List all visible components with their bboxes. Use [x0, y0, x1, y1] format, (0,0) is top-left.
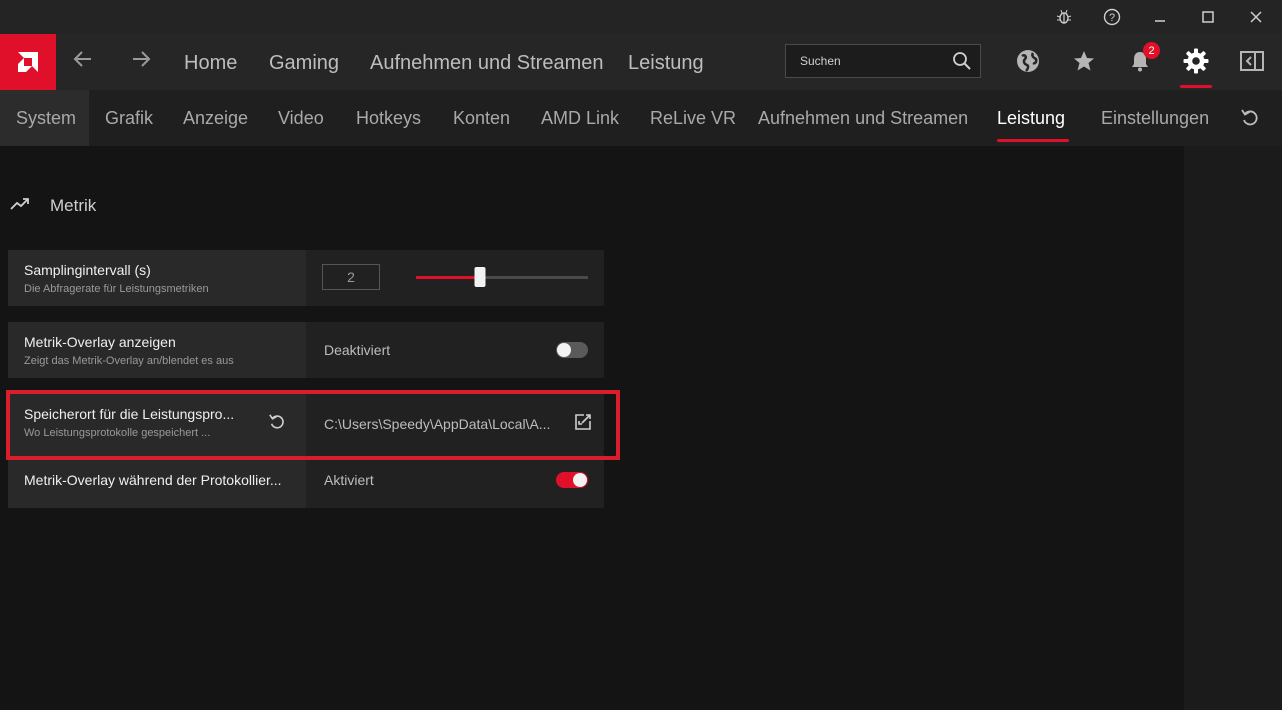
overlay-during-logging-status: Aktiviert — [324, 472, 374, 488]
help-icon[interactable]: ? — [1100, 6, 1124, 28]
slider-fill — [416, 276, 480, 279]
sampling-interval-row: Samplingintervall (s) Die Abfragerate fü… — [8, 250, 604, 306]
maximize-icon[interactable] — [1196, 6, 1220, 28]
metric-overlay-label-area — [8, 322, 306, 378]
metric-overlay-subtitle: Zeigt das Metrik-Overlay an/blendet es a… — [24, 355, 234, 367]
sampling-interval-input[interactable]: 2 — [322, 264, 380, 290]
title-bar: ? — [0, 0, 1282, 34]
nav-home[interactable]: Home — [184, 52, 237, 75]
overlay-during-logging-title: Metrik-Overlay während der Protokollier.… — [24, 472, 282, 488]
metric-overlay-title: Metrik-Overlay anzeigen — [24, 334, 176, 350]
tab-graphics[interactable]: Grafik — [105, 108, 153, 129]
tab-amd-link[interactable]: AMD Link — [541, 108, 619, 129]
reset-icon[interactable] — [1240, 108, 1260, 133]
tab-record-stream[interactable]: Aufnehmen und Streamen — [758, 108, 968, 129]
overlay-during-logging-row: Metrik-Overlay während der Protokollier.… — [8, 452, 604, 508]
minimize-icon[interactable] — [1148, 6, 1172, 28]
active-tab-indicator — [997, 139, 1069, 142]
back-arrow-icon[interactable] — [72, 48, 94, 77]
overlay-during-logging-toggle[interactable] — [556, 472, 588, 488]
toggle-knob — [573, 473, 587, 487]
sampling-interval-title: Samplingintervall (s) — [24, 262, 151, 278]
metric-overlay-row: Metrik-Overlay anzeigen Zeigt das Metrik… — [8, 322, 604, 378]
sidebar-toggle-icon[interactable] — [1237, 46, 1267, 76]
tab-relive-vr[interactable]: ReLive VR — [650, 108, 736, 129]
top-navigation: Home Gaming Aufnehmen und Streamen Leist… — [0, 34, 1282, 90]
sampling-interval-slider[interactable] — [416, 267, 588, 287]
forward-arrow-icon[interactable] — [130, 48, 152, 77]
section-title: Metrik — [50, 196, 97, 215]
sampling-interval-label-area — [8, 250, 306, 306]
trend-chart-icon — [10, 197, 30, 216]
tab-preferences[interactable]: Einstellungen — [1101, 108, 1209, 129]
close-icon[interactable] — [1244, 6, 1268, 28]
tab-system[interactable]: System — [16, 108, 76, 129]
favorites-star-icon[interactable] — [1069, 46, 1099, 76]
sampling-interval-subtitle: Die Abfragerate für Leistungsmetriken — [24, 283, 209, 295]
nav-performance[interactable]: Leistung — [628, 52, 704, 75]
metric-overlay-status: Deaktiviert — [324, 342, 391, 358]
slider-thumb[interactable] — [474, 267, 486, 287]
metrics-section-header: Metrik — [10, 196, 96, 216]
tab-accounts[interactable]: Konten — [453, 108, 510, 129]
metric-overlay-toggle[interactable] — [556, 342, 588, 358]
settings-active-indicator — [1180, 85, 1212, 88]
tab-display[interactable]: Anzeige — [183, 108, 248, 129]
amd-logo[interactable] — [0, 34, 56, 90]
search-placeholder: Suchen — [800, 54, 841, 68]
nav-gaming[interactable]: Gaming — [269, 52, 339, 75]
tab-video[interactable]: Video — [278, 108, 324, 129]
notification-badge: 2 — [1143, 42, 1160, 59]
nav-record-stream[interactable]: Aufnehmen und Streamen — [370, 52, 604, 75]
background-panel — [1184, 146, 1282, 710]
svg-text:?: ? — [1109, 12, 1115, 24]
highlight-box — [6, 390, 620, 460]
settings-tabs: System Grafik Anzeige Video Hotkeys Kont… — [0, 90, 1282, 146]
globe-icon[interactable] — [1013, 46, 1043, 76]
tab-hotkeys[interactable]: Hotkeys — [356, 108, 421, 129]
settings-gear-icon[interactable] — [1181, 46, 1211, 76]
tab-performance[interactable]: Leistung — [997, 108, 1065, 129]
bug-report-icon[interactable] — [1052, 6, 1076, 28]
search-box[interactable]: Suchen — [785, 44, 981, 78]
search-icon[interactable] — [952, 51, 972, 76]
toggle-knob — [557, 343, 571, 357]
